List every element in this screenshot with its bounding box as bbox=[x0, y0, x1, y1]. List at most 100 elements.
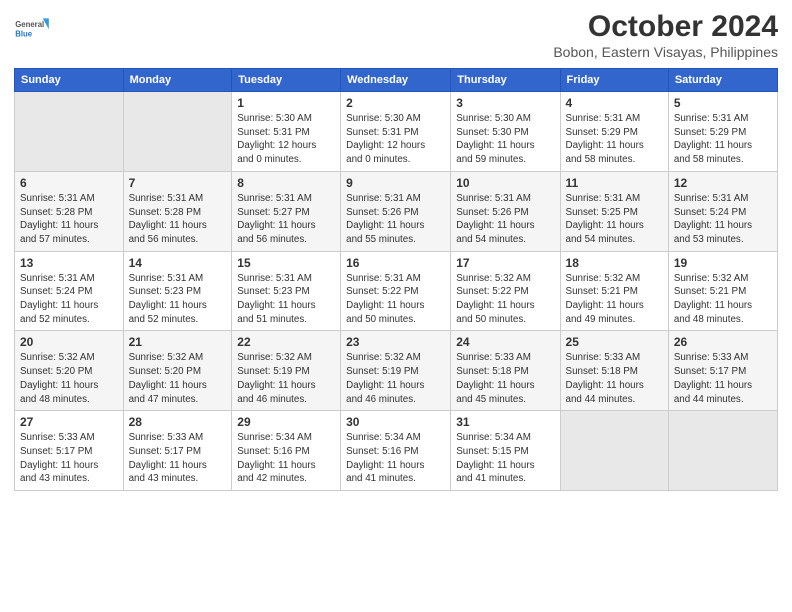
cell-date-number: 30 bbox=[346, 415, 445, 429]
calendar-cell: 8 Sunrise: 5:31 AM Sunset: 5:27 PM Daylig… bbox=[232, 171, 341, 251]
weekday-header-tuesday: Tuesday bbox=[232, 69, 341, 92]
cell-date-number: 25 bbox=[566, 335, 663, 349]
week-row-1: 1Sunrise: 5:30 AM Sunset: 5:31 PM Daylig… bbox=[15, 92, 778, 172]
svg-text:Blue: Blue bbox=[15, 29, 33, 38]
cell-info-text: Sunrise: 5:31 AM Sunset: 5:29 PM Dayligh… bbox=[674, 112, 772, 167]
cell-info-text: Sunrise: 5:32 AM Sunset: 5:19 PM Dayligh… bbox=[346, 351, 445, 406]
weekday-header-friday: Friday bbox=[560, 69, 668, 92]
calendar-cell: 20 Sunrise: 5:32 AM Sunset: 5:20 PM Dayli… bbox=[15, 331, 124, 411]
calendar-cell: 16 Sunrise: 5:31 AM Sunset: 5:22 PM Dayli… bbox=[341, 251, 451, 331]
weekday-header-monday: Monday bbox=[123, 69, 232, 92]
cell-info-text: Sunrise: 5:31 AM Sunset: 5:25 PM Dayligh… bbox=[566, 192, 663, 247]
calendar-cell: 6 Sunrise: 5:31 AM Sunset: 5:28 PM Daylig… bbox=[15, 171, 124, 251]
calendar-cell: 25 Sunrise: 5:33 AM Sunset: 5:18 PM Dayli… bbox=[560, 331, 668, 411]
calendar-cell: 28Sunrise: 5:33 AM Sunset: 5:17 PM Dayli… bbox=[123, 411, 232, 491]
cell-info-text: Sunrise: 5:31 AM Sunset: 5:26 PM Dayligh… bbox=[346, 192, 445, 247]
cell-info-text: Sunrise: 5:31 AM Sunset: 5:22 PM Dayligh… bbox=[346, 272, 445, 327]
title-block: October 2024 Bobon, Eastern Visayas, Phi… bbox=[553, 10, 778, 60]
cell-date-number: 2 bbox=[346, 96, 445, 110]
cell-info-text: Sunrise: 5:31 AM Sunset: 5:27 PM Dayligh… bbox=[237, 192, 335, 247]
cell-info-text: Sunrise: 5:33 AM Sunset: 5:17 PM Dayligh… bbox=[674, 351, 772, 406]
calendar-cell: 3Sunrise: 5:30 AM Sunset: 5:30 PM Daylig… bbox=[451, 92, 560, 172]
cell-info-text: Sunrise: 5:33 AM Sunset: 5:18 PM Dayligh… bbox=[566, 351, 663, 406]
svg-text:General: General bbox=[15, 20, 44, 29]
cell-info-text: Sunrise: 5:34 AM Sunset: 5:16 PM Dayligh… bbox=[346, 431, 445, 486]
cell-info-text: Sunrise: 5:31 AM Sunset: 5:24 PM Dayligh… bbox=[20, 272, 118, 327]
calendar-cell: 11 Sunrise: 5:31 AM Sunset: 5:25 PM Dayli… bbox=[560, 171, 668, 251]
weekday-header-wednesday: Wednesday bbox=[341, 69, 451, 92]
cell-date-number: 13 bbox=[20, 256, 118, 270]
cell-date-number: 22 bbox=[237, 335, 335, 349]
calendar-cell: 21 Sunrise: 5:32 AM Sunset: 5:20 PM Dayli… bbox=[123, 331, 232, 411]
week-row-3: 13 Sunrise: 5:31 AM Sunset: 5:24 PM Dayli… bbox=[15, 251, 778, 331]
cell-info-text: Sunrise: 5:31 AM Sunset: 5:24 PM Dayligh… bbox=[674, 192, 772, 247]
calendar-cell: 14Sunrise: 5:31 AM Sunset: 5:23 PM Dayli… bbox=[123, 251, 232, 331]
cell-date-number: 15 bbox=[237, 256, 335, 270]
calendar-cell: 13 Sunrise: 5:31 AM Sunset: 5:24 PM Dayli… bbox=[15, 251, 124, 331]
calendar-page: General Blue October 2024 Bobon, Eastern… bbox=[0, 0, 792, 612]
week-row-4: 20 Sunrise: 5:32 AM Sunset: 5:20 PM Dayli… bbox=[15, 331, 778, 411]
cell-date-number: 10 bbox=[456, 176, 554, 190]
cell-info-text: Sunrise: 5:31 AM Sunset: 5:29 PM Dayligh… bbox=[566, 112, 663, 167]
calendar-cell bbox=[560, 411, 668, 491]
weekday-header-saturday: Saturday bbox=[668, 69, 777, 92]
calendar-cell: 31 Sunrise: 5:34 AM Sunset: 5:15 PM Dayli… bbox=[451, 411, 560, 491]
logo-svg: General Blue bbox=[14, 10, 50, 46]
cell-date-number: 11 bbox=[566, 176, 663, 190]
calendar-cell: 30 Sunrise: 5:34 AM Sunset: 5:16 PM Dayli… bbox=[341, 411, 451, 491]
cell-date-number: 20 bbox=[20, 335, 118, 349]
cell-date-number: 6 bbox=[20, 176, 118, 190]
cell-date-number: 31 bbox=[456, 415, 554, 429]
cell-date-number: 21 bbox=[129, 335, 227, 349]
calendar-cell: 26 Sunrise: 5:33 AM Sunset: 5:17 PM Dayli… bbox=[668, 331, 777, 411]
cell-date-number: 16 bbox=[346, 256, 445, 270]
cell-info-text: Sunrise: 5:31 AM Sunset: 5:28 PM Dayligh… bbox=[129, 192, 227, 247]
cell-info-text: Sunrise: 5:32 AM Sunset: 5:22 PM Dayligh… bbox=[456, 272, 554, 327]
cell-info-text: Sunrise: 5:31 AM Sunset: 5:28 PM Dayligh… bbox=[20, 192, 118, 247]
calendar-subtitle: Bobon, Eastern Visayas, Philippines bbox=[553, 44, 778, 60]
cell-info-text: Sunrise: 5:32 AM Sunset: 5:20 PM Dayligh… bbox=[129, 351, 227, 406]
calendar-cell: 15 Sunrise: 5:31 AM Sunset: 5:23 PM Dayli… bbox=[232, 251, 341, 331]
calendar-cell: 10 Sunrise: 5:31 AM Sunset: 5:26 PM Dayli… bbox=[451, 171, 560, 251]
calendar-cell bbox=[668, 411, 777, 491]
cell-info-text: Sunrise: 5:30 AM Sunset: 5:31 PM Dayligh… bbox=[346, 112, 445, 167]
week-row-2: 6 Sunrise: 5:31 AM Sunset: 5:28 PM Daylig… bbox=[15, 171, 778, 251]
cell-date-number: 4 bbox=[566, 96, 663, 110]
cell-date-number: 17 bbox=[456, 256, 554, 270]
cell-info-text: Sunrise: 5:30 AM Sunset: 5:30 PM Dayligh… bbox=[456, 112, 554, 167]
cell-info-text: Sunrise: 5:34 AM Sunset: 5:15 PM Dayligh… bbox=[456, 431, 554, 486]
weekday-header-thursday: Thursday bbox=[451, 69, 560, 92]
cell-date-number: 7 bbox=[129, 176, 227, 190]
cell-info-text: Sunrise: 5:32 AM Sunset: 5:20 PM Dayligh… bbox=[20, 351, 118, 406]
cell-info-text: Sunrise: 5:33 AM Sunset: 5:18 PM Dayligh… bbox=[456, 351, 554, 406]
cell-date-number: 8 bbox=[237, 176, 335, 190]
calendar-cell: 27 Sunrise: 5:33 AM Sunset: 5:17 PM Dayli… bbox=[15, 411, 124, 491]
cell-date-number: 27 bbox=[20, 415, 118, 429]
calendar-cell: 5 Sunrise: 5:31 AM Sunset: 5:29 PM Daylig… bbox=[668, 92, 777, 172]
cell-date-number: 18 bbox=[566, 256, 663, 270]
calendar-cell: 17 Sunrise: 5:32 AM Sunset: 5:22 PM Dayli… bbox=[451, 251, 560, 331]
cell-info-text: Sunrise: 5:31 AM Sunset: 5:26 PM Dayligh… bbox=[456, 192, 554, 247]
cell-info-text: Sunrise: 5:33 AM Sunset: 5:17 PM Dayligh… bbox=[129, 431, 227, 486]
cell-date-number: 19 bbox=[674, 256, 772, 270]
week-row-5: 27 Sunrise: 5:33 AM Sunset: 5:17 PM Dayli… bbox=[15, 411, 778, 491]
cell-info-text: Sunrise: 5:32 AM Sunset: 5:21 PM Dayligh… bbox=[674, 272, 772, 327]
calendar-cell: 9 Sunrise: 5:31 AM Sunset: 5:26 PM Daylig… bbox=[341, 171, 451, 251]
cell-info-text: Sunrise: 5:33 AM Sunset: 5:17 PM Dayligh… bbox=[20, 431, 118, 486]
cell-date-number: 5 bbox=[674, 96, 772, 110]
cell-date-number: 9 bbox=[346, 176, 445, 190]
cell-info-text: Sunrise: 5:32 AM Sunset: 5:21 PM Dayligh… bbox=[566, 272, 663, 327]
logo: General Blue bbox=[14, 10, 50, 46]
calendar-cell: 4 Sunrise: 5:31 AM Sunset: 5:29 PM Daylig… bbox=[560, 92, 668, 172]
calendar-cell: 29Sunrise: 5:34 AM Sunset: 5:16 PM Dayli… bbox=[232, 411, 341, 491]
calendar-cell: 22 Sunrise: 5:32 AM Sunset: 5:19 PM Dayli… bbox=[232, 331, 341, 411]
calendar-cell: 19 Sunrise: 5:32 AM Sunset: 5:21 PM Dayli… bbox=[668, 251, 777, 331]
cell-info-text: Sunrise: 5:32 AM Sunset: 5:19 PM Dayligh… bbox=[237, 351, 335, 406]
calendar-cell: 7 Sunrise: 5:31 AM Sunset: 5:28 PM Daylig… bbox=[123, 171, 232, 251]
cell-date-number: 26 bbox=[674, 335, 772, 349]
cell-info-text: Sunrise: 5:30 AM Sunset: 5:31 PM Dayligh… bbox=[237, 112, 335, 167]
calendar-title: October 2024 bbox=[553, 10, 778, 44]
weekday-header-sunday: Sunday bbox=[15, 69, 124, 92]
cell-info-text: Sunrise: 5:31 AM Sunset: 5:23 PM Dayligh… bbox=[237, 272, 335, 327]
calendar-cell bbox=[123, 92, 232, 172]
